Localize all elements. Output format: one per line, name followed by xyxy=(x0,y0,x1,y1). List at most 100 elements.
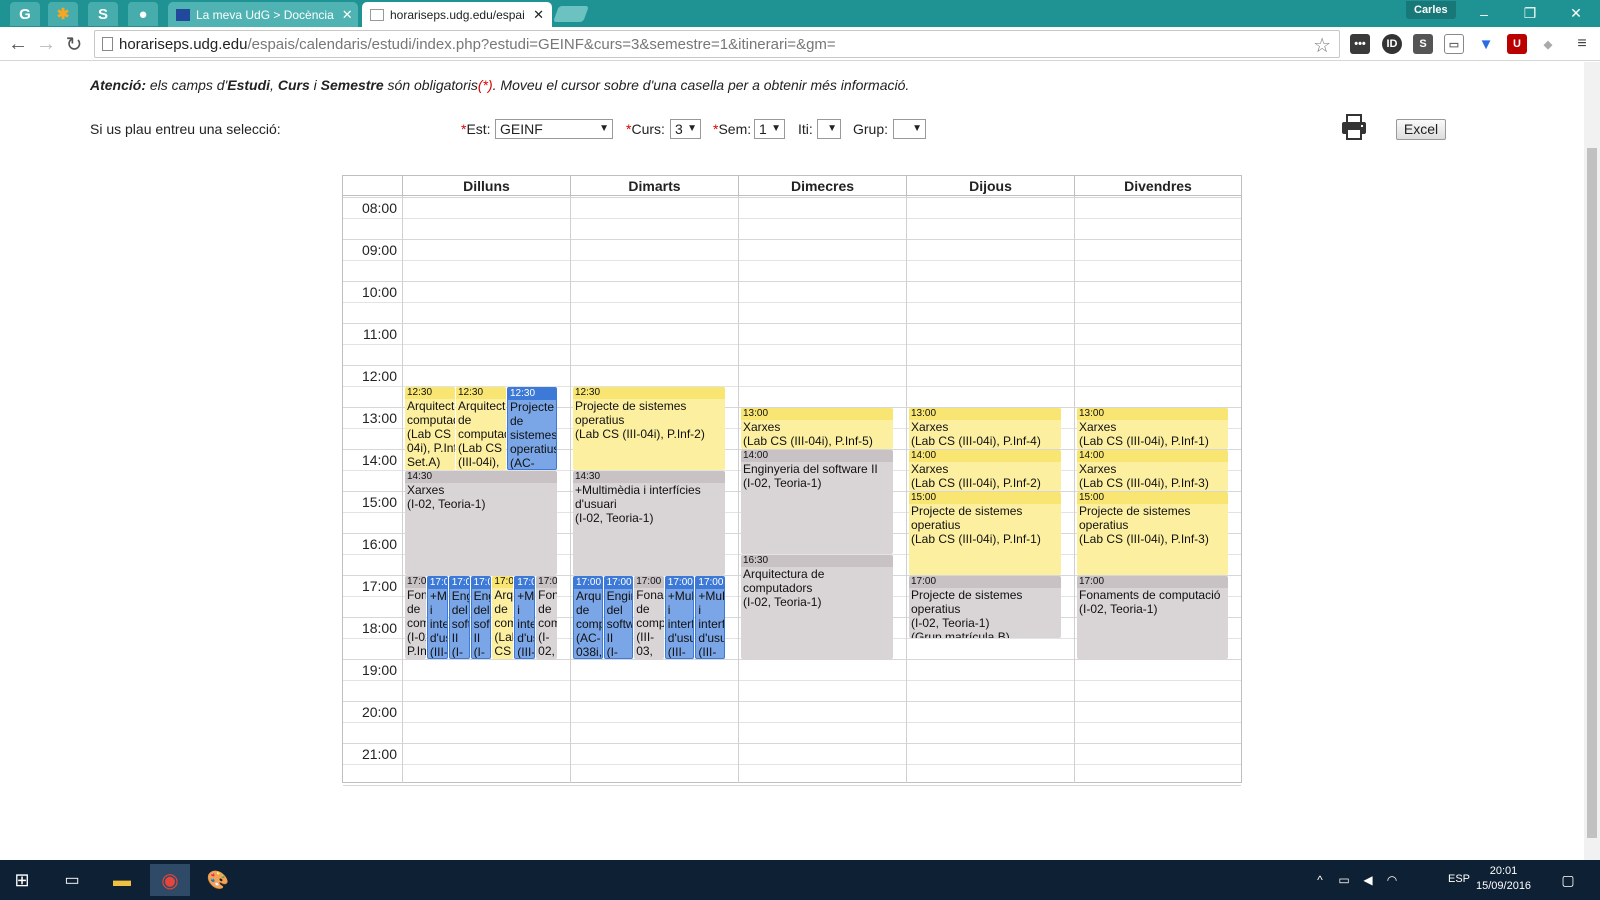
new-tab-button[interactable] xyxy=(553,6,589,22)
schedule-event[interactable]: 17:00+Multimèdiaiinterfíciesd'usuari(III… xyxy=(664,576,695,659)
file-explorer-icon[interactable]: ▬ xyxy=(102,864,142,896)
chrome-icon[interactable]: ◉ xyxy=(150,864,190,896)
schedule-event[interactable]: 17:00+Multimèdiaiinterfíciesd'usuari(III… xyxy=(695,576,725,659)
tab-horaris[interactable]: horariseps.udg.edu/espai ✕ xyxy=(362,2,552,27)
ublock-icon[interactable]: U xyxy=(1507,34,1527,54)
event-text: i xyxy=(517,603,520,617)
menu-icon[interactable]: ≡ xyxy=(1572,34,1592,54)
profile-button[interactable]: Carles xyxy=(1406,1,1456,19)
event-text: de xyxy=(510,414,524,428)
wifi-icon[interactable]: ◠ xyxy=(1382,864,1402,896)
schedule-event[interactable]: 17:00 Projecte de sistemes operatius (I-02,… xyxy=(909,576,1061,638)
restore-icon[interactable]: ❐ xyxy=(1510,0,1550,27)
schedule-event[interactable]: 17:00Arquitecturadecomputadors(AC-038i, xyxy=(573,576,603,659)
sem-label-text: Sem: xyxy=(718,121,752,137)
event-text: Arquitectura de xyxy=(743,567,825,581)
pinned-tab-2[interactable]: ✱ xyxy=(48,2,78,26)
grid-column-line xyxy=(402,176,403,783)
scrollbar-thumb[interactable] xyxy=(1587,148,1597,838)
forward-arrow-icon[interactable]: → xyxy=(34,32,58,56)
schedule-event[interactable]: 16:30 Arquitectura de computadors (I-02, Te… xyxy=(741,555,893,659)
battery-icon[interactable]: ▭ xyxy=(1334,864,1354,896)
schedule-event[interactable]: 17:00Arquitecturadecomputadors(LabCS xyxy=(492,576,514,659)
event-text: interfícies xyxy=(429,617,447,631)
close-tab-icon[interactable]: ✕ xyxy=(334,7,353,23)
close-window-icon[interactable]: ✕ xyxy=(1556,0,1596,27)
event-text: 03, xyxy=(636,644,653,658)
schedule-event[interactable]: 12:30 Projecte de sistemes operatius (AC- xyxy=(507,387,557,470)
github-pinned-tab[interactable]: ● xyxy=(128,2,158,26)
minimize-icon[interactable]: – xyxy=(1464,0,1504,27)
task-view-icon[interactable]: ▭ xyxy=(52,864,92,896)
schedule-event[interactable]: 17:00+Multimèdiaiinterfíciesd'usuari(III… xyxy=(514,576,536,659)
pinned-tab-3[interactable]: S xyxy=(88,2,118,26)
grup-select[interactable]: ▼ xyxy=(893,119,926,139)
event-text: de xyxy=(576,603,590,617)
schedule-event[interactable]: 12:30Arquitecturadecomputadors(Lab CS(II… xyxy=(456,387,506,470)
event-text: Enginyeria xyxy=(606,589,633,603)
paint-icon[interactable]: ◆ xyxy=(1538,34,1558,54)
tab-udg-docencia[interactable]: La meva UdG > Docència ✕ xyxy=(168,2,358,27)
schedule-event[interactable]: 14:00 Xarxes (Lab CS (III-04i), P.Inf-2) xyxy=(909,450,1061,491)
schedule-event[interactable]: 17:00EnginyeriadelsoftwareII(I- xyxy=(470,576,492,659)
grid-line xyxy=(343,344,1241,345)
cast-icon[interactable]: ▭ xyxy=(1444,34,1464,54)
reload-icon[interactable]: ↻ xyxy=(62,32,86,56)
event-text: Enginyeria xyxy=(451,589,469,603)
est-select[interactable]: GEINF ▼ xyxy=(495,119,613,139)
schedule-event[interactable]: 17:00Fonamentsdecomputació(I-02, xyxy=(536,576,557,659)
schedule-event[interactable]: 12:30Arquitectura decomputadors(Lab CS (… xyxy=(405,387,455,470)
clock[interactable]: 20:01 15/09/2016 xyxy=(1476,864,1531,894)
schedule-event[interactable]: 14:30 +Multimèdia i interfícies d'usuari (I… xyxy=(573,471,725,575)
grid-line xyxy=(343,323,1241,324)
event-text: (I- xyxy=(473,645,485,659)
schedule-event[interactable]: 12:30 Projecte de sistemes operatius (Lab C… xyxy=(573,387,725,470)
excel-button[interactable]: Excel xyxy=(1396,119,1446,140)
iti-select[interactable]: ▼ xyxy=(817,119,841,139)
notifications-icon[interactable]: ▢ xyxy=(1548,864,1588,896)
bookmark-star-icon[interactable]: ☆ xyxy=(1313,33,1331,58)
schedule-event[interactable]: 14:30 Xarxes (I-02, Teoria-1) xyxy=(405,471,557,575)
sem-select[interactable]: 1 ▼ xyxy=(754,119,785,139)
schedule-event[interactable]: 17:00Fonamentsdecomputació(III-03, xyxy=(634,576,664,659)
windows-start-icon[interactable]: ⊞ xyxy=(2,864,42,896)
extension-s-icon[interactable]: S xyxy=(1413,34,1433,54)
url-host: horariseps.udg.edu xyxy=(119,35,248,53)
schedule-event[interactable]: 13:00 Xarxes (Lab CS (III-04i), P.Inf-5) xyxy=(741,408,893,449)
schedule-event[interactable]: 13:00 Xarxes (Lab CS (III-04i), P.Inf-1) xyxy=(1077,408,1228,449)
tray-expand-icon[interactable]: ^ xyxy=(1310,864,1330,896)
schedule-event[interactable]: 15:00 Projecte de sistemes operatius (Lab C… xyxy=(1077,492,1228,575)
schedule-event[interactable]: 17:00 Fonaments de computació (I-02, Teori… xyxy=(1077,576,1228,659)
page-scrollbar[interactable] xyxy=(1584,62,1600,860)
extension-id-icon[interactable]: ID xyxy=(1382,34,1402,54)
extension-dots-icon[interactable]: ••• xyxy=(1350,34,1370,54)
curs-select[interactable]: 3 ▼ xyxy=(670,119,701,139)
event-text: Fonaments xyxy=(407,588,426,602)
hour-label: 19:00 xyxy=(361,662,397,678)
hour-label: 15:00 xyxy=(361,494,397,510)
event-text: operatius xyxy=(575,413,625,427)
paint-app-icon[interactable]: 🎨 xyxy=(198,864,238,896)
volume-icon[interactable]: ◀ xyxy=(1358,864,1378,896)
schedule-event[interactable]: 15:00 Projecte de sistemes operatius (Lab C… xyxy=(909,492,1061,575)
close-tab-icon[interactable]: ✕ xyxy=(525,7,544,23)
schedule-event[interactable]: 13:00 Xarxes (Lab CS (III-04i), P.Inf-4) xyxy=(909,408,1061,449)
google-pinned-tab[interactable]: G xyxy=(10,2,40,26)
back-arrow-icon[interactable]: ← xyxy=(6,32,30,56)
print-icon[interactable] xyxy=(1340,113,1368,141)
language-indicator[interactable]: ESP xyxy=(1448,873,1470,885)
address-bar[interactable]: horariseps.udg.edu/espais/calendaris/est… xyxy=(94,30,1340,58)
event-text: computadors xyxy=(576,617,602,631)
event-text: (Lab CS (III-04i), P.Inf-4) xyxy=(911,434,1041,448)
event-time: 17:00 xyxy=(909,576,1061,588)
schedule-event[interactable]: 17:00+Multimèdiaiinterfíciesd'usuari(III… xyxy=(426,576,448,659)
event-text: +Multimèdia xyxy=(698,589,725,603)
event-text: Enginyeria del software II xyxy=(743,462,878,476)
schedule-event[interactable]: 17:00EnginyeriadelsoftwareII(I- xyxy=(448,576,470,659)
schedule-event[interactable]: 14:00 Enginyeria del software II (I-02, Te… xyxy=(741,450,893,554)
schedule-event[interactable]: 14:00 Xarxes (Lab CS (III-04i), P.Inf-3) xyxy=(1077,450,1228,491)
schedule-event[interactable]: 17:00EnginyeriadelsoftwareII(I- xyxy=(603,576,634,659)
schedule-event[interactable]: 17:00Fonamentsdecomputació(I-02,P.Inf xyxy=(405,576,426,659)
event-time: 14:00 xyxy=(1077,450,1228,462)
vpn-icon[interactable]: ▼ xyxy=(1476,34,1496,54)
